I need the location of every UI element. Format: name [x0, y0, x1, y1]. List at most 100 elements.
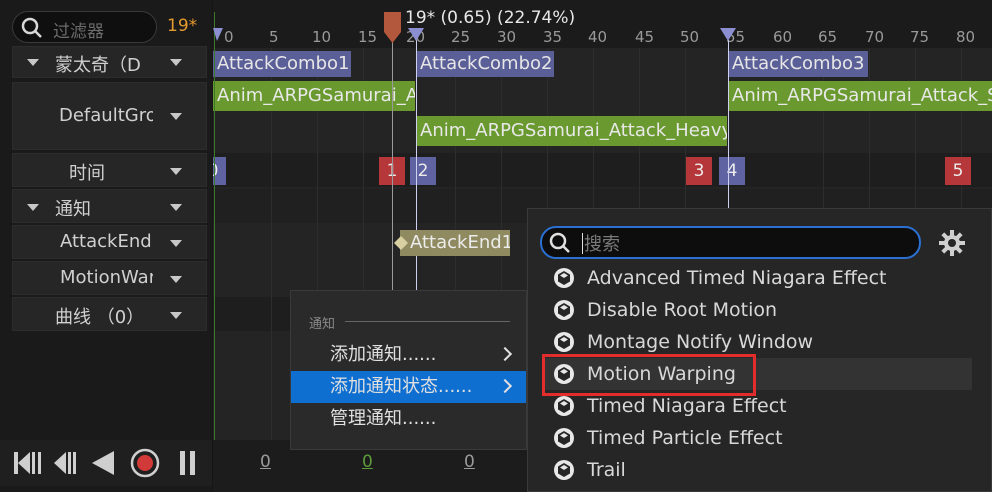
chevron-down-icon[interactable] — [170, 168, 182, 175]
ruler-tick: 35 — [543, 28, 563, 46]
track-label: DefaultGro — [59, 105, 153, 126]
ruler-tick: 60 — [773, 28, 793, 46]
highlight-box — [542, 354, 756, 396]
ruler-tick: 15 — [358, 28, 378, 46]
submenu-search[interactable] — [540, 226, 921, 259]
anim-segment[interactable]: Anim_ARPGSamurai_Attack_Heavy — [416, 116, 727, 146]
blueprint-class-icon — [554, 428, 574, 448]
track-label: 时间 — [69, 163, 105, 184]
notify-event[interactable]: AttackEnd1 — [400, 230, 510, 256]
record-icon[interactable] — [130, 448, 160, 478]
ruler-tick: 70 — [865, 28, 885, 46]
submenu-item[interactable]: Advanced Timed Niagara Effect — [542, 262, 972, 294]
submenu-item[interactable]: Trail — [542, 454, 972, 486]
chevron-right-icon — [497, 378, 513, 394]
gear-icon[interactable] — [938, 229, 966, 257]
menu-item-add-notify[interactable]: 添加通知...... — [291, 339, 526, 371]
playhead-label: 19* (0.65) (22.74%) — [405, 8, 576, 28]
search-input[interactable] — [582, 231, 906, 257]
ruler-tick: 40 — [588, 28, 608, 46]
expand-icon[interactable] — [27, 59, 39, 66]
track-attack-end[interactable]: AttackEnd — [12, 225, 207, 259]
ruler-tick: 5 — [269, 28, 279, 46]
submenu-item[interactable]: Timed Particle Effect — [542, 422, 972, 454]
ruler-tick: 0 — [224, 28, 234, 46]
track-curves[interactable]: 曲线 （0） — [12, 297, 207, 331]
expand-icon[interactable] — [27, 204, 39, 211]
menu-item-add-notify-state[interactable]: 添加通知状态...... — [291, 371, 526, 403]
section-marker-triangle[interactable] — [408, 28, 424, 42]
filter-input[interactable]: 过滤器 — [12, 11, 157, 43]
ruler-tick: 25 — [451, 28, 471, 46]
track-motion-warping[interactable]: MotionWar — [12, 261, 207, 295]
anim-segment[interactable]: Anim_ARPGSamurai_Attack_S — [728, 81, 992, 111]
play-reverse-icon[interactable] — [90, 450, 116, 476]
track-notifies[interactable]: 通知 — [12, 189, 207, 223]
chevron-down-icon[interactable] — [170, 312, 182, 319]
bottom-number[interactable]: 0 — [464, 452, 475, 472]
blueprint-class-icon — [554, 268, 574, 288]
chevron-down-icon[interactable] — [170, 59, 182, 66]
step-back-icon[interactable] — [52, 450, 78, 476]
section-marker-triangle[interactable] — [213, 28, 223, 42]
submenu-item-label: Disable Root Motion — [587, 299, 778, 321]
ruler-tick: 10 — [312, 28, 332, 46]
section-marker-triangle[interactable] — [720, 28, 736, 42]
track-list-panel: 过滤器 19* 蒙太奇（D DefaultGro 时间 通知 AttackEnd… — [0, 0, 212, 492]
submenu-item-label: Montage Notify Window — [587, 331, 814, 353]
blueprint-class-icon — [554, 300, 574, 320]
menu-item-label: 添加通知...... — [330, 344, 437, 365]
notify-state-submenu: Advanced Timed Niagara Effect Disable Ro… — [527, 208, 992, 492]
ruler-tick: 50 — [680, 28, 700, 46]
chevron-down-icon[interactable] — [170, 204, 182, 211]
current-frame-badge: 19* — [167, 16, 198, 36]
menu-item-label: 管理通知...... — [330, 408, 437, 429]
submenu-item[interactable]: Disable Root Motion — [542, 294, 972, 326]
time-row — [213, 153, 992, 187]
submenu-item-label: Timed Niagara Effect — [587, 395, 787, 417]
bottom-number[interactable]: 0 — [260, 452, 271, 472]
submenu-item-label: Trail — [587, 459, 626, 481]
skip-to-start-icon[interactable] — [12, 450, 44, 476]
section-marker[interactable]: 3 — [686, 157, 712, 185]
submenu-item-label: Timed Particle Effect — [587, 427, 783, 449]
ruler-tick: 75 — [910, 28, 930, 46]
blueprint-class-icon — [554, 332, 574, 352]
menu-divider — [345, 321, 510, 322]
track-time[interactable]: 时间 — [12, 153, 207, 187]
notify-label: AttackEnd1 — [410, 232, 510, 253]
submenu-item-label: Advanced Timed Niagara Effect — [587, 267, 887, 289]
transport-controls — [0, 440, 212, 486]
chevron-down-icon[interactable] — [170, 276, 182, 283]
ruler-tick: 45 — [635, 28, 655, 46]
section-marker[interactable]: 2 — [410, 157, 436, 185]
ruler-tick: 30 — [497, 28, 517, 46]
menu-item-manage-notifies[interactable]: 管理通知...... — [291, 403, 526, 435]
filter-placeholder: 过滤器 — [53, 22, 104, 42]
chevron-down-icon[interactable] — [170, 113, 182, 120]
playhead-handle[interactable] — [384, 12, 402, 44]
section-marker[interactable]: 5 — [945, 157, 971, 185]
menu-item-label: 添加通知状态...... — [330, 376, 473, 397]
chevron-right-icon — [497, 346, 513, 362]
track-default-group[interactable]: DefaultGro — [12, 82, 207, 150]
menu-heading: 通知 — [309, 317, 336, 332]
track-montage[interactable]: 蒙太奇（D — [12, 46, 207, 78]
blueprint-class-icon — [554, 396, 574, 416]
blueprint-class-icon — [554, 460, 574, 480]
notify-diamond-icon[interactable] — [394, 236, 408, 250]
anim-segment[interactable]: Anim_ARPGSamurai_A — [213, 81, 415, 111]
montage-section[interactable]: AttackCombo3 — [728, 51, 868, 77]
montage-section[interactable]: AttackCombo1 — [213, 51, 351, 77]
ruler-tick: 80 — [956, 28, 976, 46]
track-label: 曲线 （0） — [55, 307, 145, 328]
search-icon — [549, 232, 570, 253]
section-marker[interactable]: 4 — [719, 157, 745, 185]
ruler-tick: 65 — [818, 28, 838, 46]
montage-section[interactable]: AttackCombo2 — [416, 51, 554, 77]
timeline-ruler[interactable]: 0 5 10 15 20 25 30 35 40 45 50 55 60 65 … — [213, 0, 992, 48]
chevron-down-icon[interactable] — [170, 240, 182, 247]
pause-icon[interactable] — [178, 450, 198, 476]
bottom-number[interactable]: 0 — [362, 452, 373, 472]
track-label: 通知 — [55, 199, 91, 220]
